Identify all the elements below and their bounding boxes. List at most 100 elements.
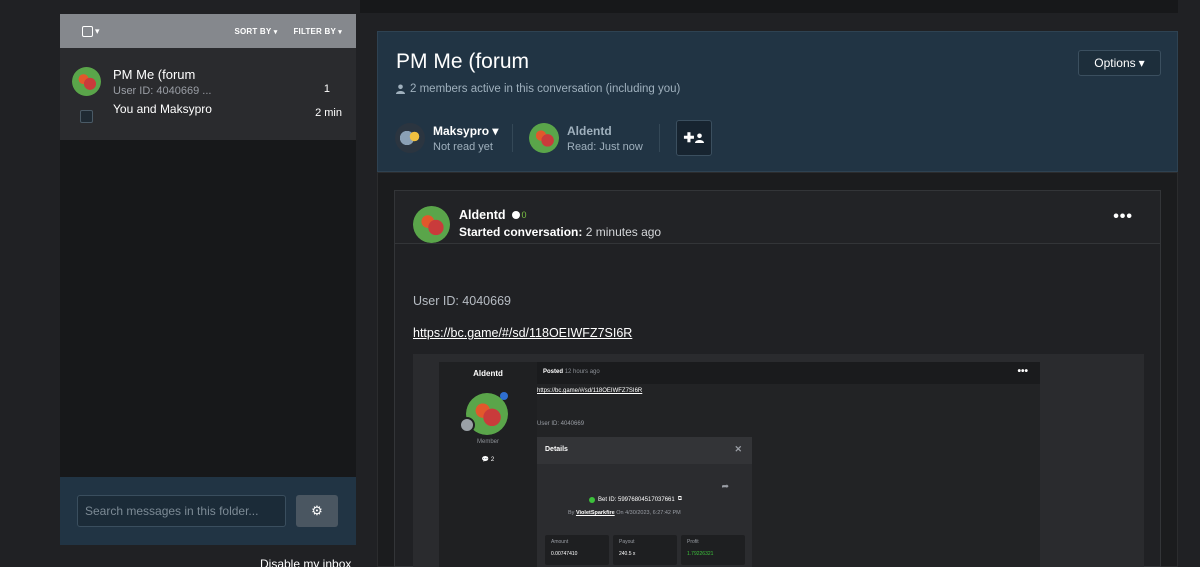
- unread-count: 1: [323, 83, 330, 95]
- embedded-posts-count: 2: [490, 457, 495, 463]
- embedded-details-header: Details ✕: [537, 437, 752, 464]
- embedded-details-title: Details: [545, 446, 568, 453]
- embedded-by-user: VioletSparkfire: [575, 510, 615, 516]
- embedded-stat-amount: Amount 0.00747410: [545, 535, 609, 565]
- author-name[interactable]: Aldentd: [459, 208, 506, 222]
- embedded-stats: Amount 0.00747410 Payout 240.5 x Profit …: [545, 535, 745, 565]
- embedded-stat-profit: Profit 1.79226321: [681, 535, 745, 565]
- sort-by-button[interactable]: SORT BY ▾: [234, 27, 277, 36]
- checkbox-icon: [82, 25, 93, 37]
- conversation-preview: User ID: 4040669 ...: [113, 85, 212, 97]
- participant-aldentd[interactable]: Aldentd Read: Just now: [529, 123, 643, 153]
- list-toolbar: ▾ SORT BY ▾ FILTER BY ▾: [60, 14, 356, 48]
- search-area: ⚙: [60, 477, 356, 545]
- participant-maksypro[interactable]: Maksypro ▾ Not read yet: [395, 123, 498, 153]
- embedded-author: Aldentd: [473, 369, 503, 378]
- rank-badge-icon: [459, 417, 475, 433]
- participant-name[interactable]: Maksypro ▾: [433, 124, 498, 138]
- embedded-posted-label: Posted: [543, 369, 564, 375]
- conversation-title[interactable]: PM Me (forum: [113, 67, 195, 82]
- message-header: Aldentd 0 Started conversation: 2 minute…: [395, 191, 1160, 244]
- embedded-link: https://bc.game/#/sd/118OEIWFZ7SI6R: [537, 388, 643, 394]
- user-id-text: User ID: 4040669: [413, 294, 511, 308]
- select-all-dropdown[interactable]: ▾: [82, 25, 100, 37]
- settings-button[interactable]: ⚙: [296, 495, 338, 527]
- bet-link[interactable]: https://bc.game/#/sd/118OEIWFZ7SI6R: [413, 326, 632, 340]
- avatar: [529, 123, 559, 153]
- user-icon: [695, 133, 705, 143]
- embedded-post: Posted 12 hours ago ••• https://bc.game/…: [537, 362, 1040, 567]
- avatar[interactable]: [413, 206, 450, 243]
- online-indicator-icon: [500, 392, 508, 400]
- gear-icon: ⚙: [311, 503, 323, 518]
- embedded-bet-id-text: Bet ID: 59976804517037661: [598, 496, 675, 503]
- stat-value: 1.79226321: [687, 551, 714, 557]
- filter-by-button[interactable]: FILTER BY ▾: [293, 27, 342, 36]
- participant-status: Not read yet: [433, 140, 493, 153]
- search-input[interactable]: [77, 495, 286, 527]
- comment-icon: 💬: [481, 457, 490, 463]
- avatar: [72, 67, 101, 96]
- stat-label: Amount: [551, 539, 569, 545]
- embedded-details-modal: Details ✕ ➦ Bet ID: 59976804517037661 ⧉ …: [537, 437, 752, 567]
- members-active-text: 2 members active in this conversation (i…: [410, 83, 681, 95]
- more-options-icon[interactable]: •••: [1113, 208, 1133, 226]
- embedded-bet-id: Bet ID: 59976804517037661 ⧉: [589, 496, 682, 503]
- stat-label: Payout: [619, 539, 635, 545]
- embedded-on-label: On: [616, 510, 624, 516]
- embedded-author-panel: Aldentd Member 💬 2: [439, 362, 537, 567]
- copy-icon: ⧉: [677, 496, 683, 502]
- chevron-down-icon: ▾: [338, 28, 342, 36]
- conversation-list-panel: ▾ SORT BY ▾ FILTER BY ▾ PM Me (forum Use…: [60, 14, 356, 545]
- status-dot-icon: [589, 496, 595, 503]
- conversation-members: You and Maksypro: [113, 102, 212, 116]
- share-icon: ➦: [721, 481, 729, 491]
- stat-value: 0.00747410: [551, 551, 578, 557]
- add-participant-button[interactable]: ✚: [676, 120, 712, 156]
- started-line: Started conversation: 2 minutes ago: [459, 225, 661, 239]
- embedded-stat-payout: Payout 240.5 x: [613, 535, 677, 565]
- filter-by-label: FILTER BY: [293, 26, 336, 36]
- chevron-down-icon: ▾: [95, 25, 100, 36]
- embedded-role: Member: [476, 439, 499, 445]
- chevron-down-icon: ▾: [273, 28, 278, 36]
- embedded-by-line: By VioletSparkfire On 4/30/2023, 6:27:42…: [568, 510, 681, 516]
- embedded-posts: 💬 2: [439, 456, 537, 463]
- embedded-on-date: 4/30/2023, 6:27:42 PM: [625, 510, 681, 516]
- options-label: Options: [1094, 56, 1136, 70]
- embedded-screenshot[interactable]: Aldentd Member 💬 2 Posted 12 hours ago •…: [413, 354, 1144, 567]
- avatar: [395, 123, 425, 153]
- close-icon: ✕: [734, 444, 742, 454]
- conversation-header: PM Me (forum 2 members active in this co…: [377, 31, 1178, 172]
- participant-status: Read: Just now: [567, 140, 643, 153]
- embedded-user-id: User ID: 4040669: [537, 421, 585, 427]
- sort-by-label: SORT BY: [234, 26, 272, 36]
- participant-name[interactable]: Aldentd: [567, 124, 643, 138]
- participant-name-text: Maksypro: [433, 123, 490, 138]
- started-label: Started conversation:: [459, 225, 583, 239]
- stat-label: Profit: [687, 539, 699, 545]
- options-button[interactable]: Options ▾: [1078, 50, 1161, 76]
- conversation-checkbox[interactable]: [80, 110, 93, 123]
- started-time: 2 minutes ago: [585, 225, 662, 239]
- more-options-icon: •••: [1017, 366, 1028, 377]
- embedded-by-label: By: [568, 510, 575, 516]
- members-active: 2 members active in this conversation (i…: [396, 83, 680, 95]
- top-bar: [360, 0, 1178, 13]
- divider: [512, 124, 513, 152]
- add-user-icon: ✚: [683, 130, 695, 145]
- online-count: 0: [521, 210, 527, 220]
- user-icon: [396, 84, 405, 94]
- divider: [659, 124, 660, 152]
- online-indicator-icon: [511, 211, 520, 219]
- page-title: PM Me (forum: [396, 50, 530, 73]
- chevron-down-icon: ▾: [1138, 56, 1145, 70]
- list-item[interactable]: PM Me (forum User ID: 4040669 ... 1 You …: [60, 48, 356, 140]
- message-author: Aldentd 0: [459, 208, 527, 222]
- conversation-time: 2 min: [315, 107, 342, 119]
- embedded-post-header: Posted 12 hours ago •••: [537, 362, 1040, 384]
- embedded-posted-time: 12 hours ago: [564, 369, 600, 375]
- stat-value: 240.5 x: [619, 551, 636, 557]
- disable-inbox-link[interactable]: Disable my inbox: [260, 557, 351, 567]
- message-card: Aldentd 0 Started conversation: 2 minute…: [394, 190, 1161, 567]
